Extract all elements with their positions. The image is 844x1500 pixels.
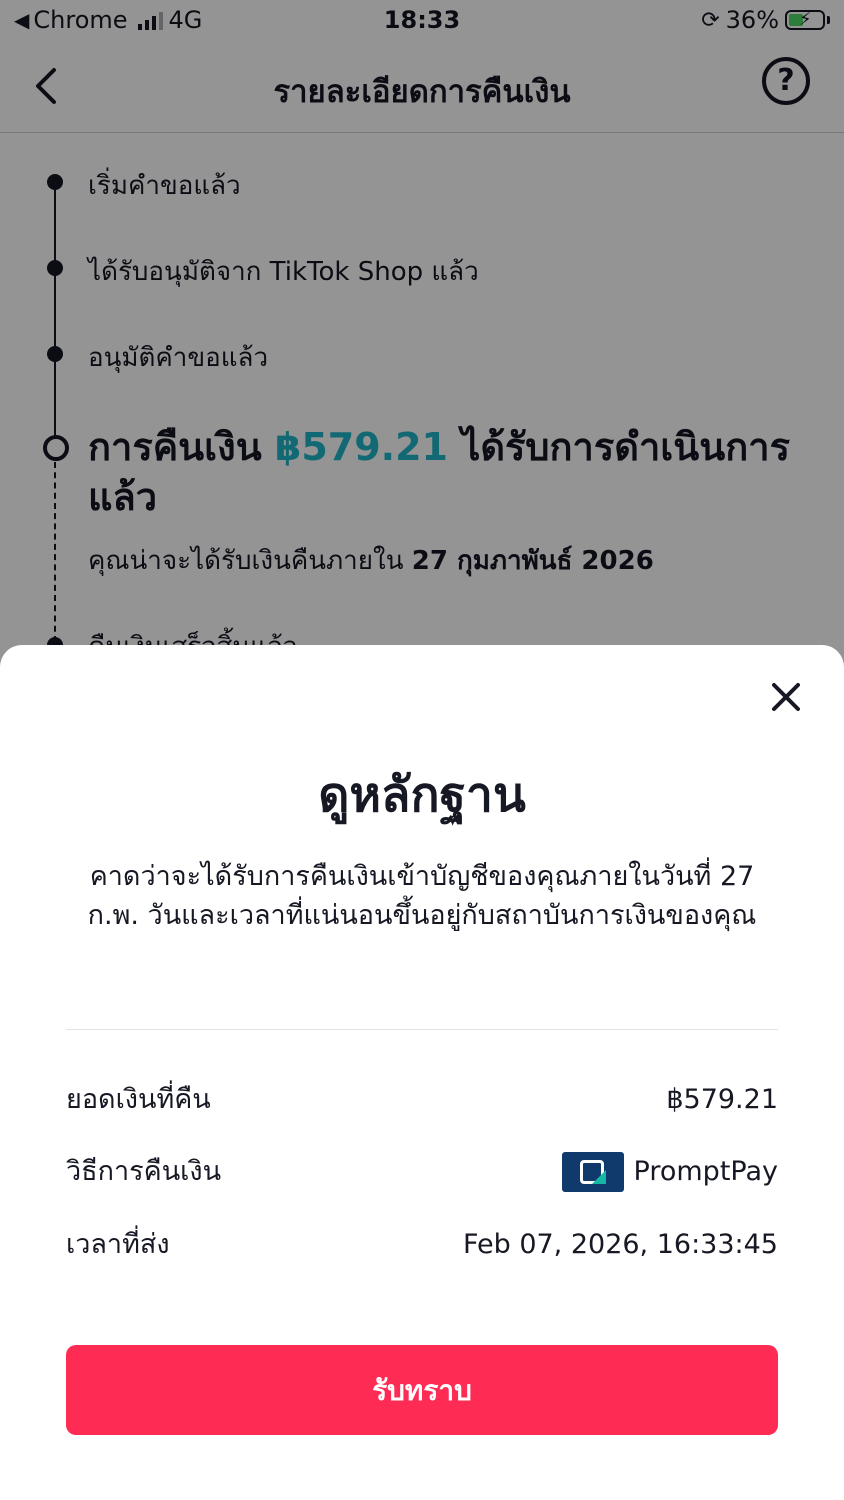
refund-method-row: วิธีการคืนเงิน PromptPay: [66, 1150, 778, 1194]
sent-time-value: Feb 07, 2026, 16:33:45: [463, 1223, 778, 1267]
refund-amount-label: ยอดเงินที่คืน: [66, 1084, 211, 1115]
refund-amount-text: ฿579.21: [666, 1084, 778, 1115]
sheet-description: คาดว่าจะได้รับการคืนเงินเข้าบัญชีของคุณภ…: [87, 861, 757, 931]
refund-amount-row: ยอดเงินที่คืน ฿579.21: [66, 1078, 778, 1122]
sent-time-text: Feb 07, 2026, 16:33:45: [462, 1229, 778, 1260]
refund-method-value: PromptPay: [561, 1150, 778, 1194]
refund-method-label: วิธีการคืนเงิน: [66, 1156, 222, 1187]
divider: [66, 1029, 778, 1030]
sent-time-row: เวลาที่ส่ง Feb 07, 2026, 16:33:45: [66, 1223, 778, 1267]
acknowledge-button[interactable]: รับทราบ: [66, 1345, 778, 1435]
sheet-title: ดูหลักฐาน: [318, 767, 526, 823]
close-icon[interactable]: [766, 677, 806, 717]
refund-method-text: PromptPay: [633, 1156, 778, 1187]
sent-time-label: เวลาที่ส่ง: [66, 1229, 170, 1260]
evidence-bottom-sheet: ดูหลักฐาน คาดว่าจะได้รับการคืนเงินเข้าบั…: [0, 645, 844, 1500]
promptpay-logo-icon: [561, 1152, 624, 1192]
refund-amount-value: ฿579.21: [666, 1078, 778, 1122]
